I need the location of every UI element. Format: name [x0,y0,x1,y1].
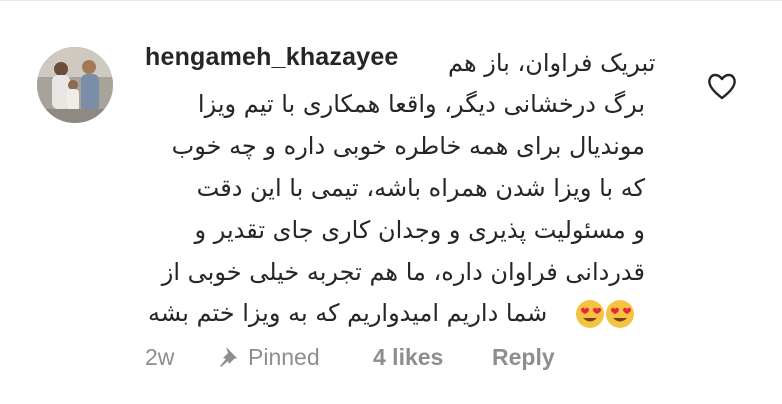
comment-username[interactable]: hengameh_khazayee [145,43,399,72]
avatar-photo [37,47,113,123]
comment-text-line: که با ویزا شدن همراه باشه، تیمی با این د… [196,174,645,202]
heart-eyes-emoji [605,299,635,329]
pin-icon [220,347,237,367]
comment-card: hengameh_khazayee تبریک فراوان، باز هم ب… [0,0,782,404]
heart-outline-icon[interactable] [706,71,738,101]
comment-text-line: تبریک فراوان، باز هم [448,49,656,77]
likes-count[interactable]: 4 likes [373,344,443,371]
comment-text-line: برگ درخشانی دیگر، واقعا همکاری با تیم وی… [197,90,645,118]
comment-text-last-line [575,299,635,331]
comment-age: 2w [145,344,175,370]
comment-text-line: شما داریم امیدواریم که به ویزا ختم بشه [148,299,548,327]
pinned-label: Pinned [248,344,320,370]
avatar[interactable] [37,47,113,123]
comment-text-line: و مسئولیت پذیری و وجدان کاری جای تقدیر و [194,216,645,244]
comment-text-line: موندیال برای همه خاطره خوبی داره و چه خو… [171,132,645,160]
reply-button[interactable]: Reply [492,344,555,371]
heart-eyes-emoji [575,299,605,329]
comment-text-line: قدردانی فراوان داره، ما هم تجربه خیلی خو… [161,258,645,286]
